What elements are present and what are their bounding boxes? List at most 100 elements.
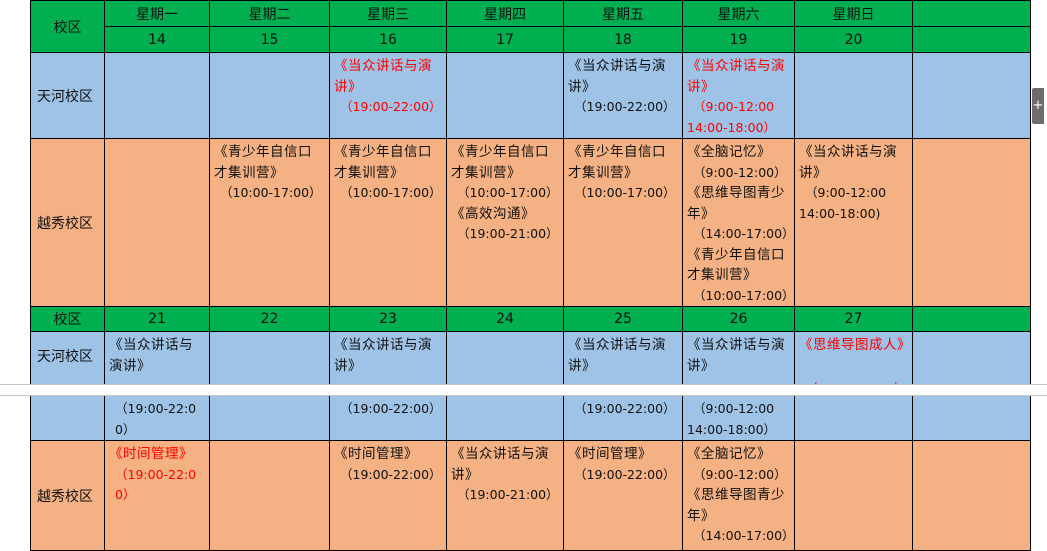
schedule-cell[interactable] <box>104 138 210 307</box>
day-header-thu[interactable]: 星期四 <box>446 0 564 27</box>
date-cell[interactable]: 14 <box>104 26 210 53</box>
day-header-wed[interactable]: 星期三 <box>329 0 447 27</box>
course-time: （10:00-17:00） <box>457 185 559 200</box>
course-time: （19:00-22:00） <box>340 466 442 482</box>
course-time: （14:00-17:00） <box>693 226 795 241</box>
course-title: 《当众讲话与演讲》 <box>334 337 432 374</box>
campus-header[interactable]: 校区 <box>30 0 105 53</box>
course-title: 《思维导图成人》 <box>799 337 911 353</box>
course-title: 《青少年自信口才集训营》 <box>214 144 312 181</box>
day-header-fri[interactable]: 星期五 <box>563 0 683 27</box>
schedule-cell[interactable]: 《青少年自信口才集训营》 （10:00-17:00） 《高效沟通》 （19:00… <box>446 138 564 307</box>
schedule-cell[interactable]: 《当众讲话与演讲》 （19:00-22:00） <box>563 52 683 139</box>
course-time: （9:00-12:00 <box>693 99 775 114</box>
course-time: （19:00-22:00） <box>574 99 676 114</box>
course-title: 《当众讲话与演讲》 <box>568 337 666 374</box>
header-row-dates: 14 15 16 17 18 19 20 <box>31 26 1031 53</box>
date-cell[interactable]: 24 <box>446 306 564 332</box>
day-header-tue[interactable]: 星期二 <box>209 0 330 27</box>
course-time: （10:00-17:00） <box>220 185 322 200</box>
course-time: 14:00-18:00） <box>687 421 777 437</box>
date-cell[interactable]: 25 <box>563 306 683 332</box>
date-cell[interactable]: 27 <box>794 306 913 332</box>
date-cell[interactable]: 23 <box>329 306 447 332</box>
course-time: （19:00-22:00） <box>115 401 197 437</box>
date-cell[interactable]: 20 <box>794 26 913 53</box>
blank-header-cell[interactable] <box>912 0 1031 27</box>
course-title: 《当众讲话与演讲》 <box>568 58 666 95</box>
plus-icon: + <box>1032 98 1044 113</box>
campus-header[interactable]: 校区 <box>30 306 105 332</box>
schedule-cell[interactable] <box>794 440 913 551</box>
schedule-cell[interactable] <box>912 52 1031 139</box>
schedule-cell[interactable] <box>912 440 1031 551</box>
schedule-cell[interactable]: 《时间管理》 （19:00-22:00） <box>563 440 683 551</box>
schedule-cell[interactable]: 《青少年自信口才集训营》 （10:00-17:00） <box>563 138 683 307</box>
schedule-table: 校区 星期一 星期二 星期三 星期四 星期五 星期六 星期日 14 15 16 … <box>30 0 1031 551</box>
course-title: 《青少年自信口才集训营》 <box>334 144 432 181</box>
course-time: （19:00-22:00） <box>340 99 442 114</box>
campus-name-yuexiu[interactable]: 越秀校区 <box>30 440 105 551</box>
header-row-week2: 校区 21 22 23 24 25 26 27 <box>30 306 1031 332</box>
schedule-cell[interactable] <box>209 52 330 139</box>
schedule-cell[interactable] <box>912 138 1031 307</box>
day-header-sat[interactable]: 星期六 <box>682 0 795 27</box>
course-title: 《时间管理》 <box>568 446 652 462</box>
course-time: （19:00-22:00） <box>574 401 676 416</box>
schedule-cell[interactable]: 《全脑记忆》 （9:00-12:00） 《思维导图青少年》 （14:00-17:… <box>682 138 795 307</box>
date-cell[interactable]: 26 <box>682 306 795 332</box>
schedule-cell[interactable]: 《时间管理》 （19:00-22:00） <box>104 440 210 551</box>
schedule-cell[interactable]: 《时间管理》 （19:00-22:00） <box>329 440 447 551</box>
tianhe-row-week1: 天河校区 《当众讲话与演讲》 （19:00-22:00） 《当众讲话与演讲》 （… <box>30 52 1031 139</box>
course-time: 14:00-18:00） <box>687 119 777 135</box>
blank-date-cell[interactable] <box>912 26 1031 53</box>
date-cell[interactable]: 19 <box>682 26 795 53</box>
course-title: 《全脑记忆》 <box>687 446 771 462</box>
day-header-mon[interactable]: 星期一 <box>104 0 210 27</box>
schedule-cell[interactable] <box>209 440 330 551</box>
campus-name-tianhe[interactable]: 天河校区 <box>30 52 105 139</box>
course-title: 《高效沟通》 <box>451 205 535 222</box>
course-title: 《当众讲话与演讲》 <box>687 337 785 374</box>
schedule-cell[interactable] <box>446 52 564 139</box>
schedule-cell[interactable] <box>794 52 913 139</box>
date-cell[interactable]: 15 <box>209 26 330 53</box>
date-cell[interactable]: 17 <box>446 26 564 53</box>
yuexiu-row-week1: 越秀校区 《青少年自信口才集训营》 （10:00-17:00） 《青少年自信口才… <box>30 138 1031 307</box>
course-time: 14:00-18:00) <box>799 205 881 221</box>
schedule-cell[interactable]: 《当众讲话与演讲》 （19:00-21:00） <box>446 440 564 551</box>
schedule-cell[interactable]: 《全脑记忆》 （9:00-12:00） 《思维导图青少年》 （14:00-17:… <box>682 440 795 551</box>
blank-date-cell[interactable] <box>912 306 1031 332</box>
campus-name-yuexiu[interactable]: 越秀校区 <box>30 138 105 307</box>
course-time: （9:00-12:00 <box>805 185 887 200</box>
course-title: 《青少年自信口才集训营》 <box>687 246 785 284</box>
course-time: （9:00-12:00） <box>693 164 787 180</box>
course-title: 《全脑记忆》 <box>687 144 771 160</box>
header-row-days: 校区 星期一 星期二 星期三 星期四 星期五 星期六 星期日 <box>30 0 1031 53</box>
course-title: 《当众讲话与演讲》 <box>334 58 432 95</box>
page-break-gap <box>0 384 1047 396</box>
date-cell[interactable]: 16 <box>329 26 447 53</box>
course-time: （19:00-22:00） <box>574 466 676 482</box>
course-time: （10:00-17:00） <box>574 185 676 200</box>
schedule-cell[interactable]: 《青少年自信口才集训营》 （10:00-17:00） <box>329 138 447 307</box>
schedule-cell[interactable]: 《当众讲话与演讲》 （9:00-12:00 14:00-18:00） <box>682 52 795 139</box>
course-time: （19:00-21:00） <box>457 487 559 502</box>
course-title: 《青少年自信口才集训营》 <box>568 144 666 181</box>
schedule-cell[interactable]: 《当众讲话与演讲》 （9:00-12:00 14:00-18:00) <box>794 138 913 307</box>
date-cell[interactable]: 22 <box>209 306 330 332</box>
course-title: 《青少年自信口才集训营》 <box>451 144 549 181</box>
date-cell[interactable]: 18 <box>563 26 683 53</box>
schedule-cell[interactable]: 《当众讲话与演讲》 （19:00-22:00） <box>329 52 447 139</box>
date-cell[interactable]: 21 <box>104 306 210 332</box>
schedule-cell[interactable]: 《青少年自信口才集训营》 （10:00-17:00） <box>209 138 330 307</box>
course-title: 《时间管理》 <box>334 446 418 462</box>
expand-tab[interactable]: + <box>1032 88 1044 124</box>
course-title: 《思维导图青少年》 <box>687 487 785 524</box>
day-header-sun[interactable]: 星期日 <box>794 0 913 27</box>
course-title: 《思维导图青少年》 <box>687 185 785 222</box>
course-title: 《当众讲话与演讲》 <box>687 58 785 95</box>
schedule-cell[interactable] <box>104 52 210 139</box>
course-time: （19:00-21:00） <box>457 226 559 241</box>
course-title: 《当众讲话与演讲》 <box>451 446 549 483</box>
